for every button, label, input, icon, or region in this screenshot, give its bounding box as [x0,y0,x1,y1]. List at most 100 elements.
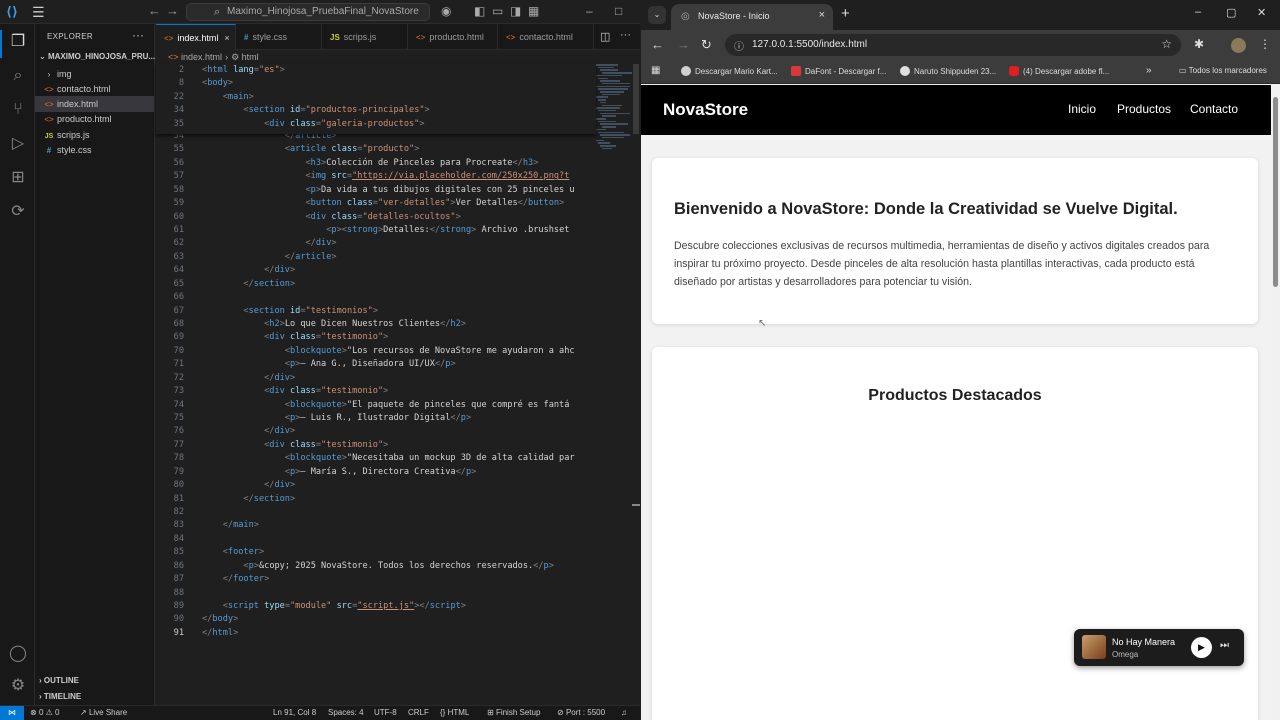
restore-icon[interactable]: ▢ [1226,6,1236,19]
breadcrumb-node[interactable]: html [242,52,259,62]
timeline-section[interactable]: › TIMELINE [39,692,81,701]
tree-file-index[interactable]: <> index.html [35,96,154,112]
language-status[interactable]: {} HTML [440,706,469,720]
more-actions-icon[interactable]: ··· [132,28,144,42]
url-text[interactable]: 127.0.0.1:5500/index.html [752,39,867,50]
reload-icon[interactable]: ↻ [701,37,712,53]
copilot-icon[interactable]: ◉ [441,4,451,18]
code-line[interactable]: 70 <blockquote>"Los recursos de NovaStor… [156,345,596,358]
code-line[interactable]: 75 <p>— Luis R., Ilustrador Digital</p> [156,412,596,425]
project-root[interactable]: ⌄ MAXIMO_HINOJOSA_PRU... [39,52,155,61]
remote-indicator[interactable]: ⋈ [0,706,24,720]
browser-tab-active[interactable]: ◎ NovaStore - Inicio × [671,4,833,30]
outline-section[interactable]: › OUTLINE [39,676,79,685]
back-arrow-icon[interactable]: ← [651,37,664,52]
code-line[interactable]: 71 <p>— Ana G., Diseñadora UI/UX</p> [156,358,596,371]
code-line[interactable]: 83 </main> [156,519,596,532]
code-line[interactable]: 55 <article class="producto"> [156,143,596,156]
remote-explorer-icon[interactable]: ⟳ [8,202,28,222]
code-line[interactable]: 85 <footer> [156,546,596,559]
menu-icon[interactable]: ☰ [32,4,45,21]
breadcrumb-file[interactable]: index.html [181,52,222,62]
page-scrollbar[interactable] [1271,85,1280,720]
forward-arrow-icon[interactable]: → [677,37,690,52]
code-line[interactable]: 77 <div class="testimonio"> [156,439,596,452]
address-bar[interactable]: ⓘ 127.0.0.1:5500/index.html ☆ [725,34,1181,56]
code-line[interactable]: 22 <main> [156,91,596,104]
code-line[interactable]: 66 [156,291,596,304]
code-line[interactable]: 74 <blockquote>"El paquete de pinceles q… [156,399,596,412]
code-line[interactable]: 88 [156,587,596,600]
tab-scrips-js[interactable]: JS scrips.js [322,24,408,50]
bookmark-star-icon[interactable]: ☆ [1161,37,1172,51]
indent-status[interactable]: Spaces: 4 [328,706,364,720]
code-line[interactable]: 78 <blockquote>"Necesitaba un mockup 3D … [156,452,596,465]
eol-status[interactable]: CRLF [408,706,429,720]
code-line[interactable]: 84 [156,533,596,546]
extensions-icon[interactable]: ⊞ [8,168,28,188]
nav-link-productos[interactable]: Productos [1117,102,1171,116]
site-logo[interactable]: NovaStore [663,100,748,120]
scroll-thumb[interactable] [633,64,639,134]
nav-link-contacto[interactable]: Contacto [1190,102,1238,116]
minimap[interactable] [592,64,632,154]
tree-file-producto[interactable]: <> producto.html [35,111,154,127]
code-line[interactable]: 65 </section> [156,278,596,291]
browser-menu-icon[interactable]: ⋮ [1259,37,1271,51]
notifications-bell-icon[interactable]: ♫ [621,706,627,720]
code-line[interactable]: 2 <html lang="es"> [156,64,596,77]
customize-layout-icon[interactable]: ▦ [528,4,539,18]
minimize-icon[interactable]: – [1195,6,1201,18]
run-debug-icon[interactable]: ▷ [8,134,28,154]
split-editor-icon[interactable]: ◫ [600,30,610,43]
code-line[interactable]: 68 <h2>Lo que Dicen Nuestros Clientes</h… [156,318,596,331]
minimize-icon[interactable]: – [586,4,593,18]
code-line[interactable]: 76 </div> [156,425,596,438]
back-arrow-icon[interactable]: ← [148,3,161,18]
tree-folder-img[interactable]: › img [35,66,154,82]
code-line[interactable]: 63 </article> [156,251,596,264]
encoding-status[interactable]: UTF-8 [374,706,397,720]
toggle-panel-icon[interactable]: ▭ [492,4,503,18]
site-info-icon[interactable]: ⓘ [734,38,744,53]
code-line[interactable]: 89 <script type="module" src="script.js"… [156,600,596,613]
close-tab-icon[interactable]: × [819,9,825,21]
explorer-icon[interactable]: ❐ [8,32,28,52]
code-line[interactable]: 91 </html> [156,627,596,640]
new-tab-plus-icon[interactable]: + [841,5,850,22]
code-line[interactable]: 59 <button class="ver-detalles">Ver Deta… [156,197,596,210]
code-line[interactable]: 56 <h3>Colección de Pinceles para Procre… [156,157,596,170]
finish-setup-status[interactable]: ⊞ Finish Setup [487,706,540,720]
toggle-sidebar-icon[interactable]: ◧ [474,4,485,18]
live-share-status[interactable]: ↗ Live Share [80,706,127,720]
settings-gear-icon[interactable]: ⚙ [8,676,28,696]
scroll-thumb[interactable] [1273,97,1278,287]
tree-file-contacto[interactable]: <> contacto.html [35,81,154,97]
bookmark-item[interactable]: (4) Descargar adobe fl... [1009,66,1109,76]
code-line[interactable]: 62 </div> [156,237,596,250]
tab-style-css[interactable]: # style.css [236,24,322,50]
search-icon[interactable]: ⌕ [8,66,28,86]
cursor-position[interactable]: Ln 91, Col 8 [273,706,316,720]
code-line[interactable]: 61 <p><strong>Detalles:</strong> Archivo… [156,224,596,237]
maximize-icon[interactable]: □ [615,4,622,18]
code-line[interactable]: 81 </section> [156,493,596,506]
live-server-port[interactable]: ⊘ Port : 5500 [557,706,605,720]
code-editor[interactable]: 54 </article> 55 <article class="producto… [156,64,596,664]
next-track-icon[interactable]: ⏭ [1220,640,1229,651]
code-line[interactable]: 87 </footer> [156,573,596,586]
close-icon[interactable]: × [224,33,229,43]
tab-index-html[interactable]: <> index.html × [156,24,236,50]
source-control-icon[interactable]: ⑂ [8,100,28,120]
bookmark-item[interactable]: DaFont - Descargar f... [791,66,886,76]
tab-producto-html[interactable]: <> producto.html [408,24,498,50]
code-line[interactable]: 80 </div> [156,479,596,492]
code-line[interactable]: 64 </div> [156,264,596,277]
account-icon[interactable]: ◯ [8,644,28,664]
code-line[interactable]: 79 <p>— María S., Directora Creativa</p> [156,466,596,479]
code-line[interactable]: 35 <div class="galeria-productos"> [156,118,596,131]
tree-file-style[interactable]: # style.css [35,142,154,158]
bookmark-item[interactable]: Naruto Shippuden 23... [900,66,996,76]
code-line[interactable]: 73 <div class="testimonio"> [156,385,596,398]
profile-avatar[interactable] [1231,38,1246,53]
